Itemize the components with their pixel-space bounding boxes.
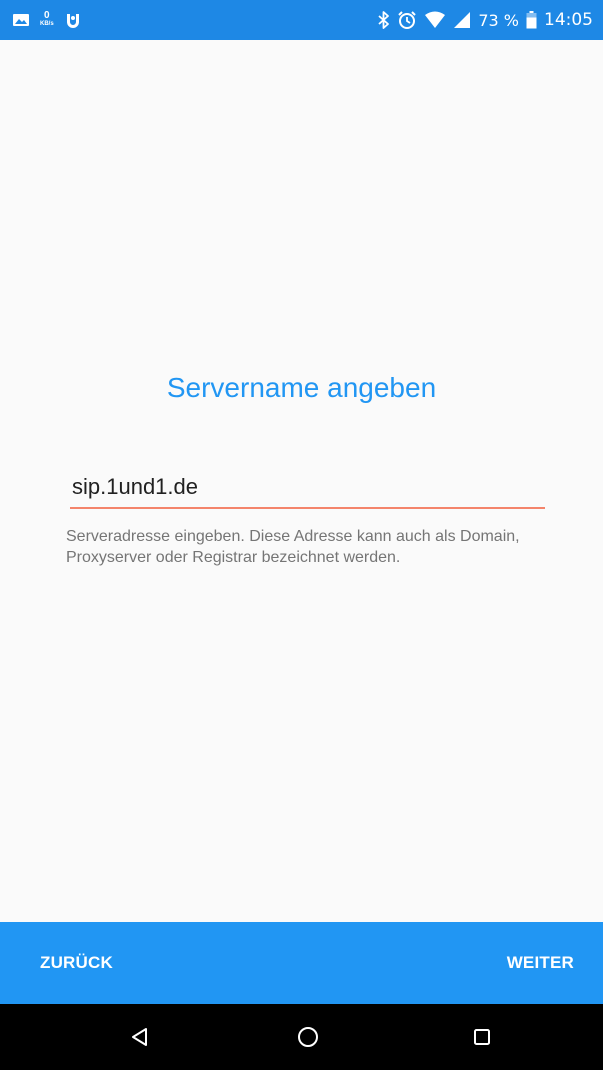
back-button[interactable]: ZURÜCK: [40, 922, 113, 1004]
clock: 14:05: [544, 10, 593, 30]
server-input-container: [70, 467, 545, 511]
network-speed-value: 0: [44, 10, 50, 21]
app-notification-icon: [64, 11, 82, 29]
page-title: Servername angeben: [166, 372, 437, 403]
alarm-icon: [397, 10, 417, 30]
nav-home-button[interactable]: [278, 1004, 338, 1070]
next-button[interactable]: WEITER: [507, 922, 574, 1004]
back-icon: [132, 1028, 147, 1046]
action-bar: ZURÜCK WEITER: [0, 922, 603, 1004]
home-icon: [298, 1027, 318, 1047]
screen: 0 KB/s 73 % 14:05 Servername angeben sip…: [0, 0, 603, 1070]
server-name-input[interactable]: [70, 467, 545, 509]
image-icon: [12, 12, 30, 28]
recents-icon: [474, 1029, 490, 1045]
network-speed-indicator: 0 KB/s: [40, 11, 54, 29]
bluetooth-icon: [378, 11, 390, 29]
signal-icon: [453, 11, 471, 29]
server-help-text: Serveradresse eingeben. Diese Adresse ka…: [66, 528, 520, 566]
status-bar-right: 73 % 14:05: [378, 0, 593, 40]
status-bar: 0 KB/s 73 % 14:05: [0, 0, 603, 40]
status-bar-left: 0 KB/s: [12, 0, 82, 40]
wifi-icon: [424, 11, 446, 29]
nav-recents-button[interactable]: [452, 1004, 512, 1070]
battery-icon: [526, 11, 537, 29]
nav-back-button[interactable]: [110, 1004, 170, 1070]
battery-percent: 73 %: [478, 10, 519, 30]
network-speed-unit: KB/s: [40, 21, 54, 27]
navigation-bar: [0, 1004, 603, 1070]
